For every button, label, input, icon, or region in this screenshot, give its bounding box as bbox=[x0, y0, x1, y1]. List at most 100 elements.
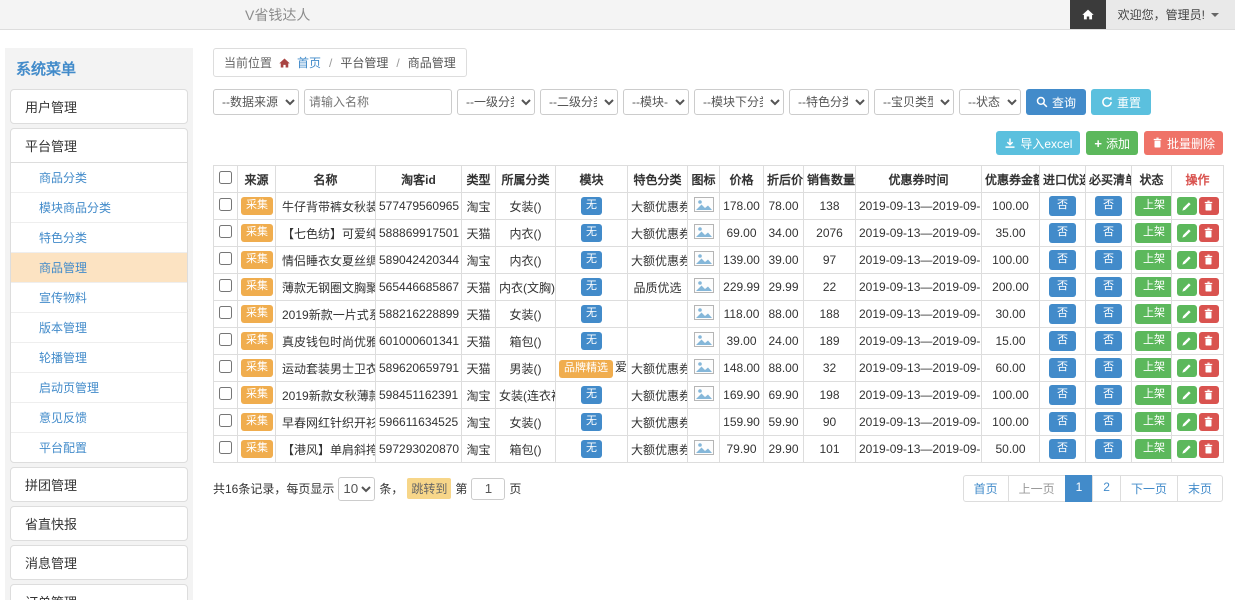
must-buy-toggle-button[interactable]: 否 bbox=[1095, 358, 1122, 377]
sidebar-item[interactable]: 订单管理 bbox=[11, 585, 187, 600]
edit-button[interactable] bbox=[1177, 413, 1197, 431]
row-checkbox[interactable] bbox=[219, 441, 232, 454]
edit-button[interactable] bbox=[1177, 305, 1197, 323]
reset-button[interactable]: 重置 bbox=[1091, 89, 1151, 115]
breadcrumb-home-link[interactable]: 首页 bbox=[297, 54, 321, 71]
row-checkbox[interactable] bbox=[219, 252, 232, 265]
imported-toggle-button[interactable]: 否 bbox=[1049, 412, 1076, 431]
imported-toggle-button[interactable]: 否 bbox=[1049, 196, 1076, 215]
must-buy-toggle-button[interactable]: 否 bbox=[1095, 277, 1122, 296]
imported-toggle-button[interactable]: 否 bbox=[1049, 304, 1076, 323]
row-checkbox[interactable] bbox=[219, 279, 232, 292]
add-button[interactable]: + 添加 bbox=[1086, 131, 1138, 155]
row-checkbox[interactable] bbox=[219, 360, 232, 373]
delete-button[interactable] bbox=[1199, 332, 1219, 350]
must-buy-toggle-button[interactable]: 否 bbox=[1095, 385, 1122, 404]
page-size-select[interactable]: 10 bbox=[338, 477, 375, 501]
status-button[interactable]: 上架 bbox=[1135, 412, 1172, 431]
edit-button[interactable] bbox=[1177, 251, 1197, 269]
status-button[interactable]: 上架 bbox=[1135, 304, 1172, 323]
sidebar-subitem[interactable]: 特色分类 bbox=[11, 223, 187, 253]
delete-button[interactable] bbox=[1199, 440, 1219, 458]
filter-select[interactable]: --模块-- bbox=[623, 89, 689, 115]
page-button[interactable]: 2 bbox=[1092, 475, 1121, 502]
imported-toggle-button[interactable]: 否 bbox=[1049, 385, 1076, 404]
filter-select[interactable]: --宝贝类型-- bbox=[874, 89, 954, 115]
sidebar-subitem[interactable]: 轮播管理 bbox=[11, 343, 187, 373]
sidebar-subitem[interactable]: 宣传物料 bbox=[11, 283, 187, 313]
status-button[interactable]: 上架 bbox=[1135, 223, 1172, 242]
delete-button[interactable] bbox=[1199, 359, 1219, 377]
must-buy-toggle-button[interactable]: 否 bbox=[1095, 304, 1122, 323]
delete-button[interactable] bbox=[1199, 197, 1219, 215]
imported-toggle-button[interactable]: 否 bbox=[1049, 250, 1076, 269]
edit-button[interactable] bbox=[1177, 440, 1197, 458]
sidebar-item[interactable]: 消息管理 bbox=[11, 546, 187, 579]
imported-toggle-button[interactable]: 否 bbox=[1049, 358, 1076, 377]
sidebar-item[interactable]: 用户管理 bbox=[11, 90, 187, 123]
imported-toggle-button[interactable]: 否 bbox=[1049, 223, 1076, 242]
delete-button[interactable] bbox=[1199, 224, 1219, 242]
row-checkbox[interactable] bbox=[219, 414, 232, 427]
breadcrumb-item-platform[interactable]: 平台管理 bbox=[340, 54, 388, 71]
page-button[interactable]: 上一页 bbox=[1008, 475, 1066, 502]
import-excel-button[interactable]: 导入excel bbox=[996, 131, 1080, 155]
imported-toggle-button[interactable]: 否 bbox=[1049, 277, 1076, 296]
must-buy-toggle-button[interactable]: 否 bbox=[1095, 223, 1122, 242]
status-button[interactable]: 上架 bbox=[1135, 331, 1172, 350]
must-buy-toggle-button[interactable]: 否 bbox=[1095, 412, 1122, 431]
filter-select[interactable]: --二级分类-- bbox=[540, 89, 618, 115]
sidebar-subitem[interactable]: 商品分类 bbox=[11, 163, 187, 193]
delete-button[interactable] bbox=[1199, 413, 1219, 431]
edit-button[interactable] bbox=[1177, 332, 1197, 350]
status-button[interactable]: 上架 bbox=[1135, 358, 1172, 377]
row-checkbox[interactable] bbox=[219, 387, 232, 400]
sidebar-subitem[interactable]: 启动页管理 bbox=[11, 373, 187, 403]
filter-select[interactable]: --特色分类-- bbox=[789, 89, 869, 115]
page-button[interactable]: 1 bbox=[1065, 475, 1094, 502]
search-button[interactable]: 查询 bbox=[1026, 89, 1086, 115]
filter-select[interactable]: --模块下分类-- bbox=[694, 89, 784, 115]
sidebar-subitem[interactable]: 意见反馈 bbox=[11, 403, 187, 433]
must-buy-toggle-button[interactable]: 否 bbox=[1095, 331, 1122, 350]
name-filter-input[interactable] bbox=[304, 89, 452, 115]
sidebar-item[interactable]: 拼团管理 bbox=[11, 468, 187, 501]
sidebar-item[interactable]: 平台管理 bbox=[11, 129, 187, 162]
edit-button[interactable] bbox=[1177, 278, 1197, 296]
filter-select[interactable]: --一级分类-- bbox=[457, 89, 535, 115]
select-all-checkbox[interactable] bbox=[219, 171, 232, 184]
filter-select[interactable]: --状态-- bbox=[959, 89, 1021, 115]
sidebar-subitem[interactable]: 平台配置 bbox=[11, 433, 187, 462]
delete-button[interactable] bbox=[1199, 278, 1219, 296]
delete-button[interactable] bbox=[1199, 305, 1219, 323]
imported-toggle-button[interactable]: 否 bbox=[1049, 439, 1076, 458]
page-button[interactable]: 末页 bbox=[1177, 475, 1223, 502]
sidebar-subitem[interactable]: 模块商品分类 bbox=[11, 193, 187, 223]
status-button[interactable]: 上架 bbox=[1135, 196, 1172, 215]
breadcrumb-item-goods[interactable]: 商品管理 bbox=[408, 54, 456, 71]
edit-button[interactable] bbox=[1177, 197, 1197, 215]
status-button[interactable]: 上架 bbox=[1135, 385, 1172, 404]
page-button[interactable]: 下一页 bbox=[1120, 475, 1178, 502]
status-button[interactable]: 上架 bbox=[1135, 250, 1172, 269]
delete-button[interactable] bbox=[1199, 251, 1219, 269]
must-buy-toggle-button[interactable]: 否 bbox=[1095, 196, 1122, 215]
edit-button[interactable] bbox=[1177, 359, 1197, 377]
batch-delete-button[interactable]: 批量删除 bbox=[1144, 131, 1223, 155]
row-checkbox[interactable] bbox=[219, 198, 232, 211]
user-menu[interactable]: 欢迎您，管理员! bbox=[1106, 6, 1235, 23]
edit-button[interactable] bbox=[1177, 386, 1197, 404]
row-checkbox[interactable] bbox=[219, 333, 232, 346]
row-checkbox[interactable] bbox=[219, 306, 232, 319]
sidebar-item[interactable]: 省直快报 bbox=[11, 507, 187, 540]
status-button[interactable]: 上架 bbox=[1135, 439, 1172, 458]
sidebar-subitem[interactable]: 版本管理 bbox=[11, 313, 187, 343]
sidebar-subitem[interactable]: 商品管理 bbox=[11, 253, 187, 283]
delete-button[interactable] bbox=[1199, 386, 1219, 404]
must-buy-toggle-button[interactable]: 否 bbox=[1095, 439, 1122, 458]
home-button[interactable] bbox=[1070, 0, 1106, 29]
filter-select[interactable]: --数据来源-- bbox=[213, 89, 299, 115]
status-button[interactable]: 上架 bbox=[1135, 277, 1172, 296]
must-buy-toggle-button[interactable]: 否 bbox=[1095, 250, 1122, 269]
page-jump-input[interactable] bbox=[471, 478, 505, 500]
